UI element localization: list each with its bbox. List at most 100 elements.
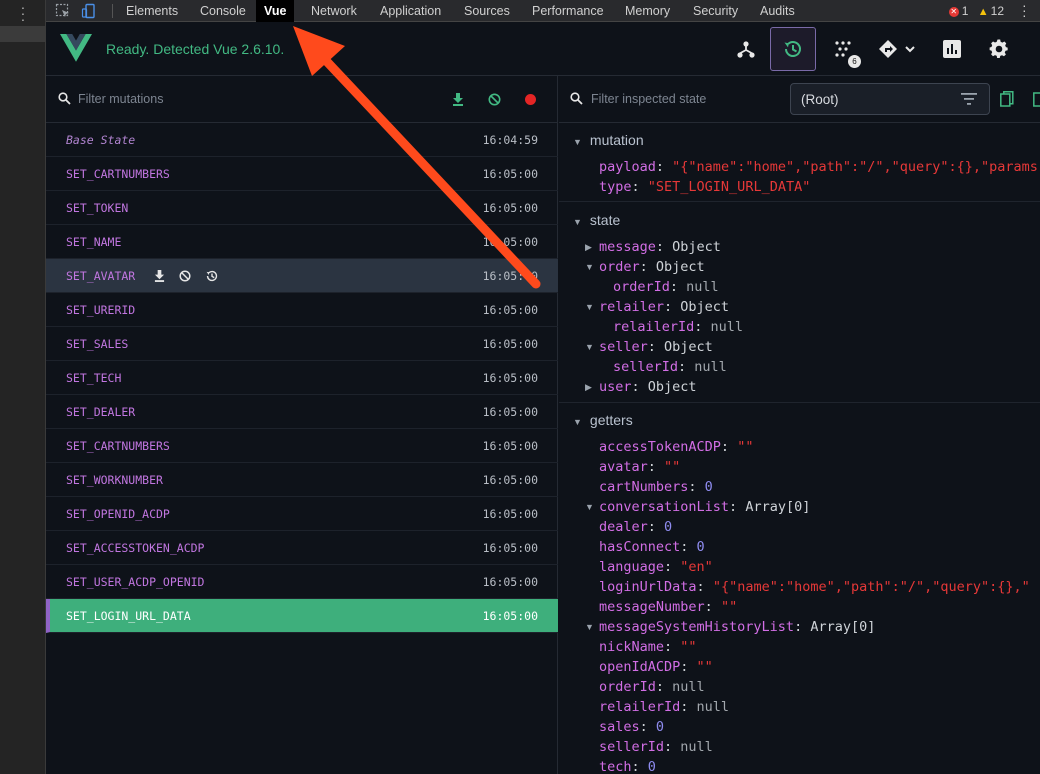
warning-icon: ▲: [977, 6, 989, 18]
mutation-name: SET_USER_ACDP_OPENID: [66, 575, 205, 589]
caret-down-icon: ▼: [573, 417, 582, 427]
state-prop[interactable]: user: Object: [599, 377, 697, 397]
mutation-name: SET_TECH: [66, 371, 122, 385]
state-prop[interactable]: message: Object: [599, 237, 721, 257]
caret-down-icon[interactable]: ▼: [585, 497, 594, 517]
routing-icon: [879, 40, 915, 58]
more-options-icon[interactable]: · · ·: [20, 0, 26, 26]
tab-sources[interactable]: Sources: [456, 0, 518, 22]
tab-elements[interactable]: Elements: [118, 0, 186, 22]
mutation-row[interactable]: SET_CARTNUMBERS 16:05:00: [46, 157, 558, 191]
tab-application[interactable]: Application: [372, 0, 449, 22]
mutation-section: ▼ mutation payload: "{"name":"home","path…: [559, 123, 1040, 202]
tab-memory[interactable]: Memory: [617, 0, 678, 22]
mutation-row[interactable]: SET_DEALER 16:05:00: [46, 395, 558, 429]
section-label: mutation: [589, 132, 644, 148]
inspect-element-icon[interactable]: [55, 3, 71, 19]
mutation-row[interactable]: SET_TOKEN 16:05:00: [46, 191, 558, 225]
mutation-name: SET_CARTNUMBERS: [66, 439, 170, 453]
tab-network[interactable]: Network: [303, 0, 365, 22]
module-select-value: (Root): [801, 92, 839, 107]
copy-icon[interactable]: [1000, 91, 1014, 107]
state-section: ▼ state ▶ message: Object ▼ order: Object…: [559, 203, 1040, 403]
state-prop[interactable]: relailer: Object: [599, 297, 729, 317]
mutation-time: 16:05:00: [482, 507, 538, 521]
type-prop: type: "SET_LOGIN_URL_DATA": [599, 179, 811, 195]
search-icon: [58, 92, 71, 105]
performance-button[interactable]: [929, 27, 975, 71]
mutation-row[interactable]: SET_ACCESSTOKEN_ACDP 16:05:00: [46, 531, 558, 565]
caret-down-icon[interactable]: ▼: [585, 617, 594, 637]
download-icon: [154, 270, 165, 282]
state-inspector-pane: (Root) ▼ mutation payload: "{"name":"home…: [559, 76, 1040, 774]
caret-right-icon[interactable]: ▶: [585, 377, 592, 397]
routing-button[interactable]: [874, 27, 920, 71]
mutation-row[interactable]: SET_SALES 16:05:00: [46, 327, 558, 361]
mutation-name: SET_WORKNUMBER: [66, 473, 163, 487]
vue-devtools-header: Ready. Detected Vue 2.6.10. 6: [46, 22, 1040, 76]
mutation-row[interactable]: SET_CARTNUMBERS 16:05:00: [46, 429, 558, 463]
commit-button[interactable]: [154, 270, 165, 282]
mutation-filter-input[interactable]: [78, 88, 418, 110]
getter-prop: loginUrlData: "{"name":"home","path":"/"…: [599, 579, 1030, 595]
state-filter-input[interactable]: [591, 88, 781, 110]
mutation-time: 16:05:00: [482, 371, 538, 385]
state-prop-child: orderId: null: [613, 279, 719, 295]
caret-down-icon[interactable]: ▼: [585, 257, 594, 277]
caret-right-icon[interactable]: ▶: [585, 237, 592, 257]
getters-section-title[interactable]: ▼ getters: [573, 407, 633, 433]
device-toolbar-icon[interactable]: [81, 3, 97, 19]
devtools-menu-icon[interactable]: · · ·: [1022, 0, 1028, 22]
tab-console[interactable]: Console: [192, 0, 254, 22]
settings-icon: [989, 39, 1008, 59]
console-issue-counts[interactable]: ✕ 1 ▲ 12: [948, 0, 1004, 22]
getter-prop[interactable]: conversationList: Array[0]: [599, 497, 810, 517]
tab-performance[interactable]: Performance: [524, 0, 612, 22]
revert-all-button[interactable]: [486, 91, 502, 107]
commit-all-button[interactable]: [450, 91, 466, 107]
mutation-time: 16:04:59: [482, 133, 538, 147]
components-button[interactable]: [723, 27, 769, 71]
mutation-row-selected[interactable]: SET_LOGIN_URL_DATA 16:05:00: [46, 599, 558, 633]
state-section-title[interactable]: ▼ state: [573, 207, 620, 233]
tab-vue[interactable]: Vue: [256, 0, 295, 22]
events-button[interactable]: 6: [820, 27, 866, 71]
prop-key: type: [599, 179, 632, 195]
tab-security[interactable]: Security: [685, 0, 746, 22]
mutation-row-base-state[interactable]: Base State 16:04:59: [46, 123, 558, 157]
mutation-row[interactable]: SET_NAME 16:05:00: [46, 225, 558, 259]
caret-down-icon[interactable]: ▼: [585, 337, 594, 357]
mutation-row[interactable]: SET_URERID 16:05:00: [46, 293, 558, 327]
getter-prop[interactable]: messageSystemHistoryList: Array[0]: [599, 617, 875, 637]
caret-down-icon: ▼: [573, 137, 582, 147]
mutation-section-title[interactable]: ▼ mutation: [573, 127, 644, 153]
module-select[interactable]: (Root): [790, 83, 990, 115]
record-button[interactable]: [522, 91, 538, 107]
mutation-row[interactable]: SET_OPENID_ACDP 16:05:00: [46, 497, 558, 531]
state-prop[interactable]: seller: Object: [599, 337, 713, 357]
toolbar-separator: [112, 4, 113, 18]
mutation-time: 16:05:00: [482, 473, 538, 487]
events-count-badge: 6: [848, 55, 861, 68]
getter-prop: nickName: "": [599, 639, 697, 655]
record-icon: [524, 93, 536, 105]
mutation-name: SET_LOGIN_URL_DATA: [66, 609, 191, 623]
state-prop[interactable]: order: Object: [599, 257, 705, 277]
caret-down-icon: ▼: [573, 217, 582, 227]
mutation-row[interactable]: SET_USER_ACDP_OPENID 16:05:00: [46, 565, 558, 599]
mutation-row-hovered[interactable]: SET_AVATAR 16:05:00: [46, 259, 558, 293]
settings-button[interactable]: [976, 27, 1022, 71]
mutation-row[interactable]: SET_WORKNUMBER 16:05:00: [46, 463, 558, 497]
caret-down-icon[interactable]: ▼: [585, 297, 594, 317]
revert-button[interactable]: [179, 270, 191, 282]
tab-audits[interactable]: Audits: [752, 0, 803, 22]
time-travel-button[interactable]: [205, 269, 219, 283]
mutation-name: SET_OPENID_ACDP: [66, 507, 170, 521]
paste-icon[interactable]: [1033, 91, 1040, 107]
mutation-row[interactable]: SET_TECH 16:05:00: [46, 361, 558, 395]
performance-icon: [943, 40, 961, 58]
selected-node-bar: [0, 26, 46, 42]
section-label: getters: [589, 412, 633, 428]
vuex-button[interactable]: [770, 27, 816, 71]
time-travel-icon: [206, 270, 218, 282]
